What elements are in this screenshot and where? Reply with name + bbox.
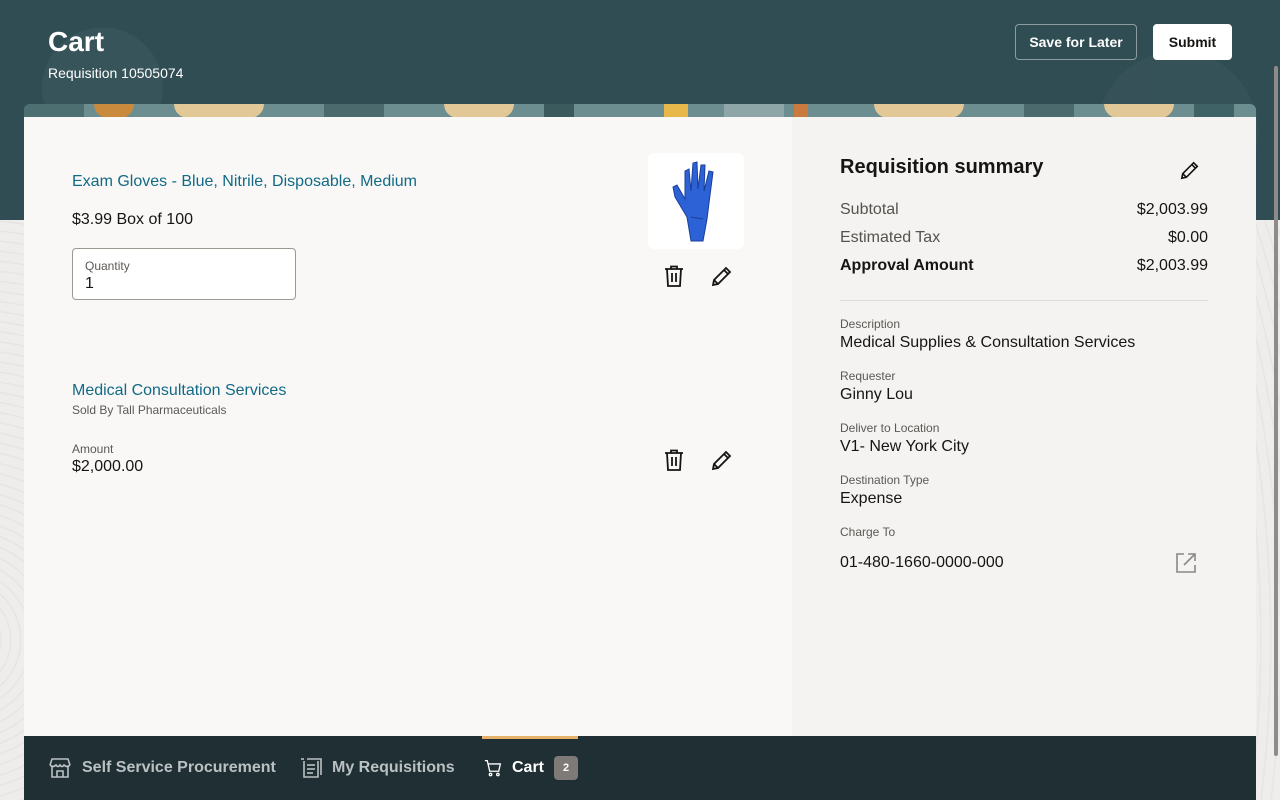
summary-title: Requisition summary	[840, 156, 1044, 178]
deliver-to-location-label: Deliver to Location	[840, 421, 940, 435]
nav-self-service-procurement[interactable]: Self Service Procurement	[48, 736, 276, 800]
estimated-tax-row: Estimated Tax $0.00	[840, 229, 1208, 249]
store-icon	[49, 758, 71, 778]
open-charge-account-button[interactable]	[1172, 549, 1200, 577]
external-link-icon	[1176, 553, 1196, 573]
requisition-number: Requisition 10505074	[48, 65, 184, 81]
cart-icon	[484, 759, 502, 777]
edit-item-button[interactable]	[708, 446, 736, 474]
pencil-icon	[1180, 161, 1199, 180]
trash-icon	[665, 265, 683, 287]
destination-type-value: Expense	[840, 490, 903, 507]
description-value: Medical Supplies & Consultation Services	[840, 334, 1136, 351]
trash-icon	[665, 449, 683, 471]
approval-amount-value: $2,003.99	[1136, 257, 1208, 274]
requisitions-icon	[301, 758, 322, 778]
nav-my-requisitions-label: My Requisitions	[332, 759, 455, 776]
page-scrollbar[interactable]	[1274, 66, 1278, 756]
nav-cart-label: Cart	[511, 759, 544, 776]
blue-glove-icon	[672, 161, 714, 242]
nav-my-requisitions[interactable]: My Requisitions	[300, 736, 455, 800]
description-label: Description	[840, 317, 901, 331]
estimated-tax-value: $0.00	[1167, 229, 1208, 246]
pencil-icon	[711, 450, 732, 471]
submit-button[interactable]: Submit	[1153, 24, 1232, 60]
quantity-label: Quantity	[85, 259, 130, 273]
item-title-exam-gloves[interactable]: Exam Gloves - Blue, Nitrile, Disposable,…	[72, 173, 417, 191]
quantity-field[interactable]: Quantity 1	[72, 248, 296, 300]
page-title: Cart	[48, 26, 105, 57]
summary-divider	[840, 300, 1208, 301]
requester-label: Requester	[840, 369, 896, 383]
bottom-navigation: Self Service Procurement My Requisitions…	[24, 736, 1256, 800]
charge-to-label: Charge To	[840, 525, 896, 539]
nav-cart[interactable]: Cart 2	[482, 736, 578, 800]
pencil-icon	[711, 266, 732, 287]
amount-value: $2,000.00	[72, 458, 144, 475]
approval-amount-label: Approval Amount	[840, 257, 974, 274]
save-for-later-button[interactable]: Save for Later	[1015, 24, 1137, 60]
cart-count-badge: 2	[554, 756, 578, 780]
item-title-medical-consultation[interactable]: Medical Consultation Services	[72, 382, 286, 400]
delete-item-button[interactable]	[660, 262, 688, 290]
nav-self-service-label: Self Service Procurement	[82, 759, 276, 776]
deliver-to-location-value: V1- New York City	[840, 438, 969, 455]
requester-value: Ginny Lou	[840, 386, 913, 403]
delete-item-button[interactable]	[660, 446, 688, 474]
quantity-value[interactable]: 1	[85, 275, 94, 293]
subtotal-row: Subtotal $2,003.99	[840, 201, 1208, 221]
subtotal-value: $2,003.99	[1136, 201, 1208, 218]
requisition-summary-panel: Requisition summary Subtotal $2,003.99 E…	[792, 117, 1256, 736]
product-image[interactable]	[648, 153, 744, 249]
destination-type-label: Destination Type	[840, 473, 930, 487]
decorative-banner	[24, 104, 1256, 118]
charge-to-value: 01-480-1660-0000-000	[840, 554, 1004, 571]
cart-items-panel: Exam Gloves - Blue, Nitrile, Disposable,…	[24, 117, 792, 736]
cart-card: Exam Gloves - Blue, Nitrile, Disposable,…	[24, 117, 1256, 736]
approval-amount-row: Approval Amount $2,003.99	[840, 257, 1208, 277]
estimated-tax-label: Estimated Tax	[840, 229, 941, 246]
subtotal-label: Subtotal	[840, 201, 899, 218]
item-price: $3.99 Box of 100	[72, 211, 193, 228]
item-seller: Sold By Tall Pharmaceuticals	[72, 403, 227, 417]
edit-item-button[interactable]	[708, 262, 736, 290]
edit-summary-button[interactable]	[1176, 156, 1204, 184]
amount-label: Amount	[72, 442, 114, 456]
